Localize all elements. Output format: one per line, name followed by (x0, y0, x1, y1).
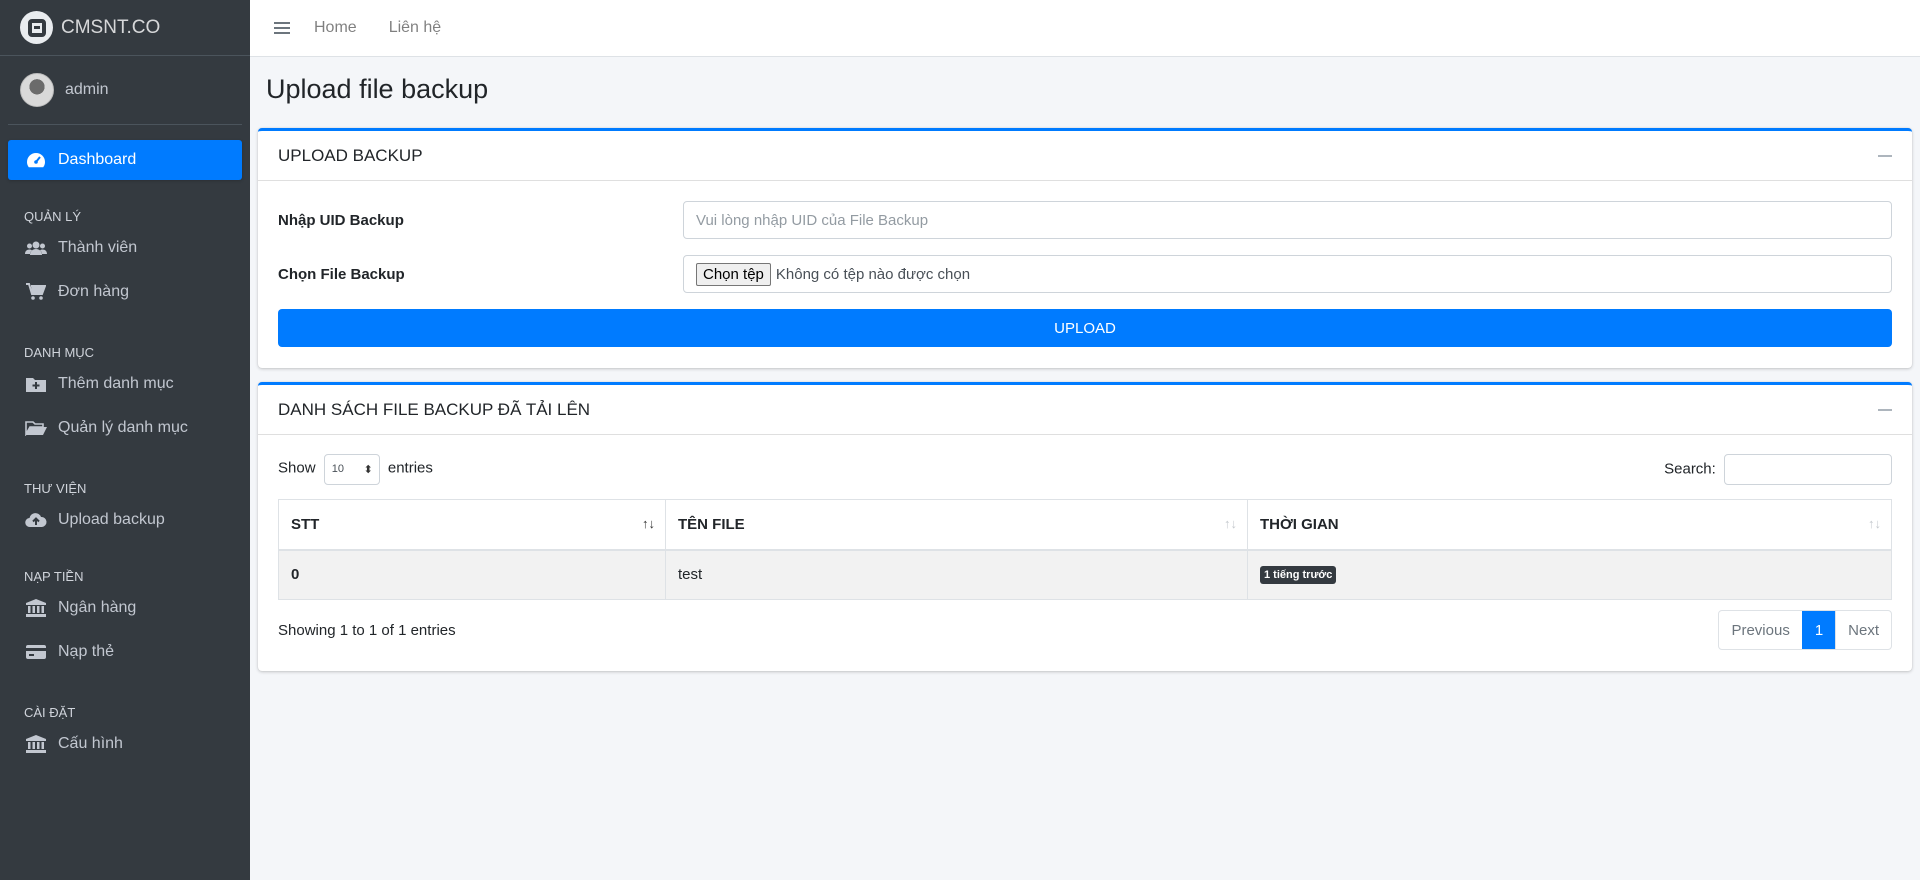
cell-stt: 0 (278, 549, 666, 600)
backup-table: STT ↑↓ TÊN FILE ↑↓ THỜI GIAN ↑↓ 0 test 1 ti… (278, 499, 1892, 600)
sidebar-item-label: Upload backup (58, 511, 165, 528)
uid-input[interactable]: Vui lòng nhập UID của File Backup (683, 201, 1892, 239)
brand[interactable]: CMSNT.CO (0, 0, 250, 56)
file-row: Chọn File Backup Chọn tệp Không có tệp n… (278, 255, 1892, 293)
next-page-button[interactable]: Next (1835, 611, 1891, 649)
hamburger-menu-icon[interactable] (274, 22, 290, 34)
time-badge: 1 tiếng trước (1260, 566, 1337, 585)
avatar (20, 73, 54, 107)
datatable-controls: Show 10 entries Search: (278, 453, 1892, 485)
topbar: Home Liên hệ (250, 0, 1920, 57)
sidebar-item-them-danh-muc[interactable]: Thêm danh mục (8, 364, 242, 404)
column-label: TÊN FILE (678, 515, 745, 533)
sidebar-item-label: Thêm danh mục (58, 375, 174, 392)
file-label: Chọn File Backup (278, 265, 405, 283)
entries-label: entries (387, 459, 433, 476)
bank-icon (25, 597, 47, 619)
brand-name: CMSNT.CO (61, 16, 161, 38)
file-input[interactable]: Chọn tệp Không có tệp nào được chọn (683, 255, 1892, 293)
nav-header-danh-muc: DANH MỤC (24, 345, 95, 360)
page-title: Upload file backup (266, 74, 489, 104)
upload-button[interactable]: UPLOAD (278, 309, 1892, 347)
nav-header-cai-dat: CÀI ĐẶT (24, 705, 76, 720)
column-label: THỜI GIAN (1260, 515, 1339, 533)
card-header: DANH SÁCH FILE BACKUP ĐÃ TẢI LÊN (258, 385, 1912, 435)
card-title: DANH SÁCH FILE BACKUP ĐÃ TẢI LÊN (278, 399, 591, 419)
cart-icon (25, 281, 47, 303)
sidebar-item-quan-ly-danh-muc[interactable]: Quản lý danh mục (8, 408, 242, 448)
show-label: Show (278, 459, 316, 476)
user-name: admin (65, 81, 109, 98)
pagination: Previous 1 Next (1718, 610, 1892, 650)
sidebar-item-ngan-hang[interactable]: Ngân hàng (8, 588, 242, 628)
user-panel[interactable]: admin (8, 56, 242, 125)
sidebar-item-label: Nạp thẻ (58, 643, 115, 660)
table-header-row: STT ↑↓ TÊN FILE ↑↓ THỜI GIAN ↑↓ (278, 499, 1892, 551)
collapse-icon[interactable] (1878, 408, 1892, 411)
card-header: UPLOAD BACKUP (258, 131, 1912, 181)
sidebar-item-nap-the[interactable]: Nạp thẻ (8, 632, 242, 672)
nav-header-nap-tien: NẠP TIỀN (24, 569, 84, 584)
bank-icon (25, 733, 47, 755)
sidebar-item-label: Quản lý danh mục (58, 419, 188, 436)
datatable-footer: Showing 1 to 1 of 1 entries Previous 1 N… (278, 610, 1892, 650)
sidebar-item-label: Thành viên (58, 239, 138, 256)
column-header-stt[interactable]: STT ↑↓ (278, 499, 666, 551)
file-status: Không có tệp nào được chọn (775, 265, 971, 283)
cell-file: test (665, 549, 1248, 600)
folder-open-icon (25, 417, 47, 439)
nav-link-home[interactable]: Home (314, 19, 357, 37)
table-row: 0 test 1 tiếng trước (278, 549, 1892, 600)
credit-card-icon (25, 641, 47, 663)
brand-logo-icon (20, 11, 53, 44)
card-title: UPLOAD BACKUP (278, 145, 423, 165)
uid-row: Nhập UID Backup Vui lòng nhập UID của Fi… (278, 201, 1892, 239)
users-icon (25, 237, 47, 259)
main-content: Upload file backup UPLOAD BACKUP Nhập UI… (250, 57, 1920, 671)
column-header-time[interactable]: THỜI GIAN ↑↓ (1247, 499, 1892, 551)
nav-header-quan-ly: QUẢN LÝ (24, 209, 82, 224)
sidebar-item-thanh-vien[interactable]: Thành viên (8, 228, 242, 268)
sidebar-item-label: Cấu hình (58, 735, 123, 752)
sort-icon: ↑↓ (1868, 516, 1881, 531)
cell-time: 1 tiếng trước (1247, 549, 1892, 600)
sidebar: CMSNT.CO admin Dashboard QUẢN LÝ Thành v… (0, 0, 250, 880)
tachometer-icon (25, 149, 47, 171)
sort-icon: ↑↓ (1224, 516, 1237, 531)
sidebar-item-cau-hinh[interactable]: Cấu hình (8, 724, 242, 764)
nav-header-thu-vien: THƯ VIỆN (24, 481, 87, 496)
uid-label: Nhập UID Backup (278, 211, 404, 229)
folder-plus-icon (25, 373, 47, 395)
nav-link-contact[interactable]: Liên hệ (389, 19, 442, 37)
sidebar-item-label: Đơn hàng (58, 283, 129, 300)
sidebar-item-upload-backup[interactable]: Upload backup (8, 500, 242, 540)
column-label: STT (291, 515, 320, 533)
upload-card: UPLOAD BACKUP Nhập UID Backup Vui lòng n… (258, 128, 1912, 368)
previous-page-button[interactable]: Previous (1719, 611, 1801, 649)
page-length: Show 10 entries (278, 453, 433, 485)
choose-file-button[interactable]: Chọn tệp (696, 262, 771, 286)
table-info: Showing 1 to 1 of 1 entries (278, 621, 456, 639)
sidebar-item-don-hang[interactable]: Đơn hàng (8, 272, 242, 312)
sidebar-item-label: Ngân hàng (58, 599, 137, 616)
backup-list-card: DANH SÁCH FILE BACKUP ĐÃ TẢI LÊN Show 10… (258, 382, 1912, 671)
sort-asc-icon: ↑↓ (642, 516, 655, 531)
sidebar-item-label: Dashboard (58, 151, 137, 168)
page-size-select[interactable]: 10 (323, 453, 380, 485)
search-input[interactable] (1724, 453, 1892, 485)
collapse-icon[interactable] (1878, 154, 1892, 157)
search-label: Search: (1664, 459, 1716, 477)
cloud-upload-icon (25, 509, 47, 531)
sidebar-item-dashboard[interactable]: Dashboard (8, 140, 242, 180)
page-1-button[interactable]: 1 (1801, 611, 1836, 649)
search-area: Search: (1664, 453, 1892, 485)
column-header-file[interactable]: TÊN FILE ↑↓ (665, 499, 1248, 551)
